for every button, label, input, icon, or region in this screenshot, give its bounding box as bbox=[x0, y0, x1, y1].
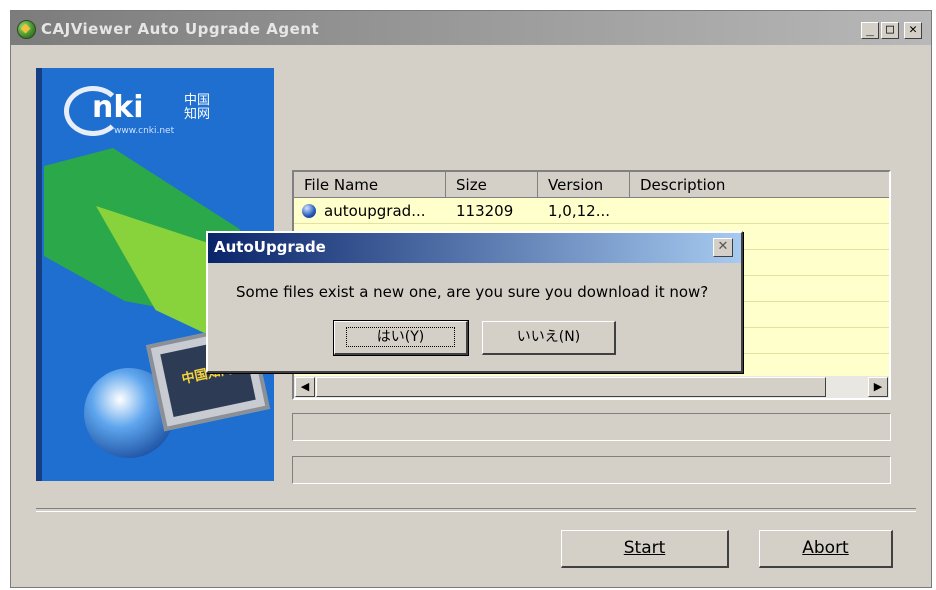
yes-button[interactable]: はい(Y) bbox=[333, 320, 469, 356]
progress-bar-total bbox=[292, 456, 891, 484]
maximize-button[interactable]: □ bbox=[881, 22, 899, 39]
start-button[interactable]: Start bbox=[561, 530, 729, 568]
file-name-cell: autoupgrad... bbox=[324, 202, 426, 220]
abort-button[interactable]: Abort bbox=[759, 530, 893, 568]
abort-button-label: Abort bbox=[802, 538, 849, 558]
scroll-right-button[interactable]: ▶ bbox=[868, 377, 888, 397]
list-header: File Name Size Version Description bbox=[294, 172, 889, 198]
dialog-close-button[interactable]: ✕ bbox=[713, 238, 733, 257]
dialog-title: AutoUpgrade bbox=[214, 238, 326, 256]
no-button[interactable]: いいえ(N) bbox=[482, 321, 616, 355]
dialog-message: Some files exist a new one, are you sure… bbox=[236, 283, 709, 301]
separator bbox=[36, 508, 916, 512]
start-button-label: Start bbox=[623, 538, 666, 558]
file-size-cell: 113209 bbox=[456, 202, 514, 220]
file-icon bbox=[302, 204, 316, 218]
title-bar[interactable]: CAJViewer Auto Upgrade Agent _ □ ✕ bbox=[11, 11, 931, 45]
confirm-dialog: AutoUpgrade ✕ Some files exist a new one… bbox=[206, 231, 743, 373]
progress-bar-file bbox=[292, 413, 891, 441]
close-button[interactable]: ✕ bbox=[904, 22, 922, 39]
cnki-logo-text: nki bbox=[92, 90, 144, 125]
cnki-logo-url: www.cnki.net bbox=[114, 126, 175, 136]
minimize-button[interactable]: _ bbox=[861, 22, 879, 39]
dialog-title-bar[interactable]: AutoUpgrade ✕ bbox=[208, 233, 741, 263]
column-header-size[interactable]: Size bbox=[446, 172, 538, 198]
scroll-left-button[interactable]: ◀ bbox=[295, 377, 315, 397]
no-button-label: いいえ(N) bbox=[516, 329, 581, 345]
window-title: CAJViewer Auto Upgrade Agent bbox=[41, 20, 320, 38]
column-header-description[interactable]: Description bbox=[630, 172, 889, 198]
scroll-thumb[interactable] bbox=[316, 377, 826, 397]
banner-edge bbox=[36, 68, 42, 481]
cnki-logo-chinese: 中国 知网 bbox=[184, 93, 211, 122]
column-header-version[interactable]: Version bbox=[538, 172, 630, 198]
yes-button-label: はい(Y) bbox=[345, 327, 456, 347]
horizontal-scrollbar[interactable]: ◀ ▶ bbox=[294, 376, 889, 398]
app-icon bbox=[17, 20, 36, 39]
file-version-cell: 1,0,12... bbox=[548, 202, 611, 220]
column-header-file-name[interactable]: File Name bbox=[294, 172, 446, 198]
table-row[interactable]: autoupgrad... 113209 1,0,12... bbox=[294, 198, 889, 224]
